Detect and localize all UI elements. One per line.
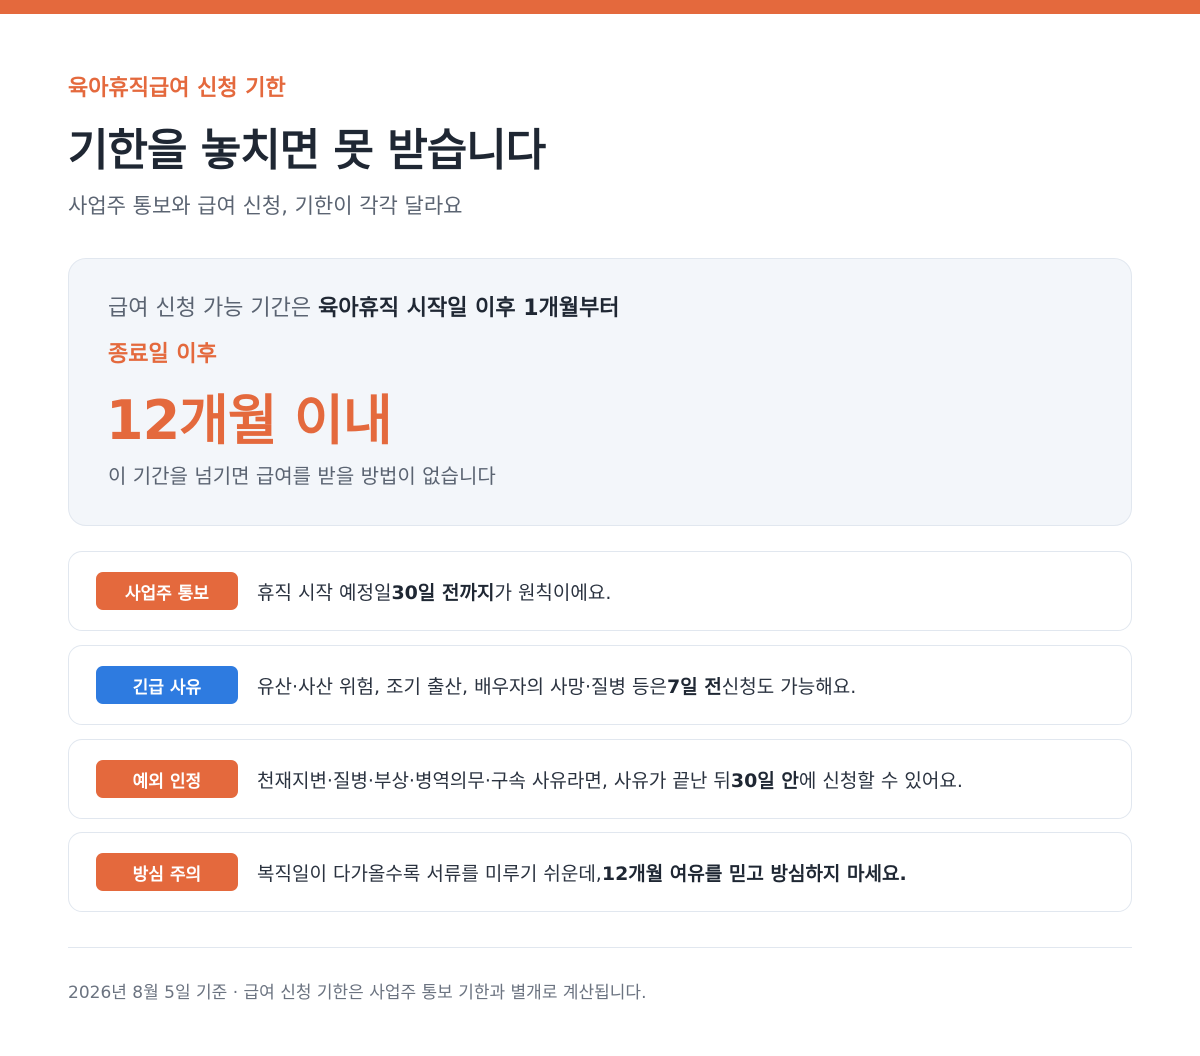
rule-text-bold: 7일 전 bbox=[667, 675, 722, 698]
rule-row-text: 휴직 시작 예정일 30일 전까지 가 원칙이에요. bbox=[257, 552, 611, 630]
rule-text-bold: 12개월 여유를 믿고 방심하지 마세요. bbox=[601, 862, 907, 885]
page-subtitle: 사업주 통보와 급여 신청, 기한이 각각 달라요 bbox=[68, 194, 463, 218]
hero-warning-note: 이 기간을 넘기면 급여를 받을 방법이 없습니다 bbox=[108, 464, 496, 488]
urgent-reason-badge: 긴급 사유 bbox=[96, 666, 238, 704]
rule-text-pre: 유산·사산 위험, 조기 출산, 배우자의 사망·질병 등은 bbox=[257, 675, 667, 698]
rule-text-bold: 30일 전까지 bbox=[391, 581, 495, 604]
hero-period-text: 급여 신청 가능 기간은 육아휴직 시작일 이후 1개월부터 bbox=[108, 290, 620, 322]
rule-row-exception: 예외 인정 천재지변·질병·부상·병역의무·구속 사유라면, 사유가 끝난 뒤 … bbox=[68, 739, 1132, 819]
hero-end-label: 종료일 이후 bbox=[108, 342, 217, 367]
rule-row-employer-notice: 사업주 통보 휴직 시작 예정일 30일 전까지 가 원칙이에요. bbox=[68, 551, 1132, 631]
hero-deadline-value: 12개월 이내 bbox=[106, 389, 393, 452]
hero-period-bold: 육아휴직 시작일 이후 1개월부터 bbox=[318, 296, 620, 321]
rule-row-urgent: 긴급 사유 유산·사산 위험, 조기 출산, 배우자의 사망·질병 등은 7일 … bbox=[68, 645, 1132, 725]
rule-text-pre: 천재지변·질병·부상·병역의무·구속 사유라면, 사유가 끝난 뒤 bbox=[257, 769, 731, 792]
rule-text-post: 에 신청할 수 있어요. bbox=[798, 769, 963, 792]
eyebrow-label: 육아휴직급여 신청 기한 bbox=[68, 76, 286, 101]
page-title: 기한을 놓치면 못 받습니다 bbox=[68, 125, 546, 176]
hero-period-prefix: 급여 신청 가능 기간은 bbox=[108, 296, 319, 321]
employer-notice-badge: 사업주 통보 bbox=[96, 572, 238, 610]
rule-row-text: 유산·사산 위험, 조기 출산, 배우자의 사망·질병 등은 7일 전 신청도 … bbox=[257, 646, 856, 724]
exception-badge: 예외 인정 bbox=[96, 760, 238, 798]
rule-text-pre: 복직일이 다가올수록 서류를 미루기 쉬운데, bbox=[257, 862, 602, 885]
footer-note: 2026년 8월 5일 기준 · 급여 신청 기한은 사업주 통보 기한과 별개… bbox=[68, 983, 647, 1003]
rule-text-post: 가 원칙이에요. bbox=[494, 581, 612, 604]
rule-row-text: 복직일이 다가올수록 서류를 미루기 쉬운데, 12개월 여유를 믿고 방심하지… bbox=[257, 833, 907, 911]
rule-row-caution: 방심 주의 복직일이 다가올수록 서류를 미루기 쉬운데, 12개월 여유를 믿… bbox=[68, 832, 1132, 912]
footer-divider bbox=[68, 947, 1132, 948]
caution-badge: 방심 주의 bbox=[96, 853, 238, 891]
top-accent-bar bbox=[0, 0, 1200, 14]
rule-text-bold: 30일 안 bbox=[730, 769, 799, 792]
rule-text-pre: 휴직 시작 예정일 bbox=[257, 581, 392, 604]
rule-text-post: 신청도 가능해요. bbox=[721, 675, 857, 698]
rule-row-text: 천재지변·질병·부상·병역의무·구속 사유라면, 사유가 끝난 뒤 30일 안에… bbox=[257, 740, 963, 818]
